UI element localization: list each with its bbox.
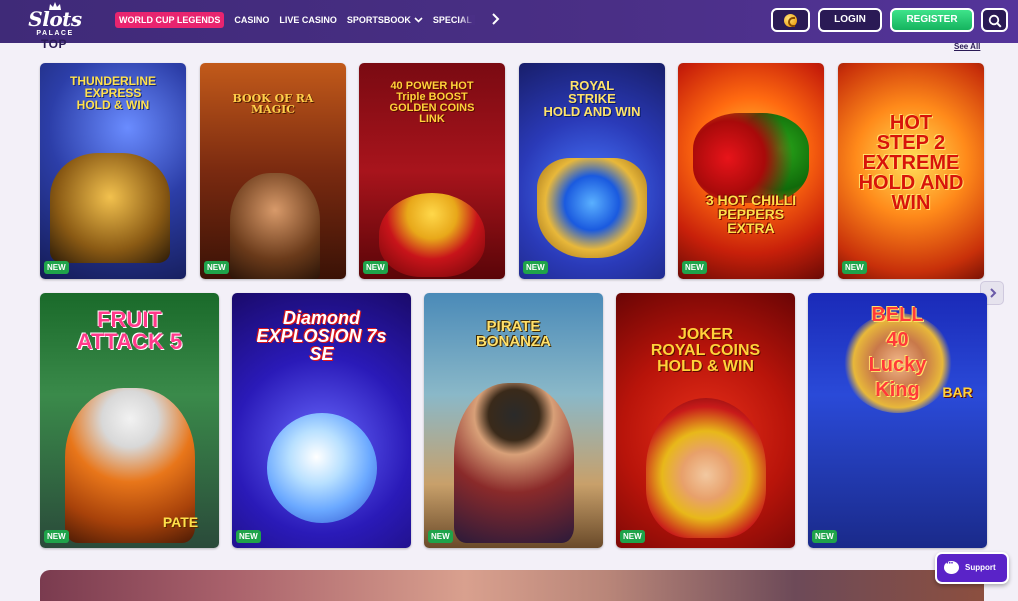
game-title: HOT STEP 2 EXTREME HOLD AND WIN <box>858 112 964 214</box>
logo-wordmark: Slots <box>28 7 82 31</box>
game-tile-thunderline-express[interactable]: THUNDERLINE EXPRESS HOLD & WIN NEW <box>40 63 186 279</box>
gold-pot-art <box>379 193 485 277</box>
new-badge: NEW <box>812 530 837 543</box>
nav-live-casino[interactable]: LIVE CASINO <box>279 15 337 25</box>
crown-art <box>537 158 647 258</box>
game-caption: BAR <box>942 384 973 400</box>
new-badge: NEW <box>682 261 707 274</box>
main-nav: WORLD CUP LEGENDS CASINO LIVE CASINO SPO… <box>115 11 485 28</box>
game-title: ROYAL STRIKE HOLD AND WIN <box>543 78 641 119</box>
game-title: 3 HOT CHILLI PEPPERS EXTRA <box>705 192 797 236</box>
game-title: JOKER ROYAL COINS HOLD & WIN <box>650 326 761 375</box>
new-badge: NEW <box>363 261 388 274</box>
top-header: Slots PALACE WORLD CUP LEGENDS CASINO LI… <box>0 0 1018 43</box>
nav-special[interactable]: SPECIAL <box>433 14 475 25</box>
game-tile-hot-step-2-extreme[interactable]: HOT STEP 2 EXTREME HOLD AND WIN NEW <box>838 63 984 279</box>
diamond-art <box>267 413 377 523</box>
nav-sportsbook-label: SPORTSBOOK <box>346 14 411 25</box>
chilli-peppers-art <box>693 113 809 203</box>
new-badge: NEW <box>620 530 645 543</box>
explorer-art <box>230 173 320 279</box>
game-title: THUNDERLINE EXPRESS HOLD & WIN <box>70 74 156 112</box>
game-tile-joker-royal-coins[interactable]: JOKER ROYAL COINS HOLD & WIN NEW <box>616 293 795 548</box>
coin-icon <box>784 14 797 27</box>
joker-character-art <box>646 398 766 538</box>
game-title: 40 POWER HOT Triple BOOST GOLDEN COINS L… <box>389 80 475 125</box>
see-all-link[interactable]: See All <box>954 42 980 51</box>
nav-casino[interactable]: CASINO <box>234 15 269 25</box>
support-label: Support <box>965 563 996 572</box>
game-tile-fruit-attack-5[interactable]: FRUIT ATTACK 5 PATE NEW <box>40 293 219 548</box>
train-art <box>50 153 170 263</box>
new-badge: NEW <box>523 261 548 274</box>
new-badge: NEW <box>428 530 453 543</box>
new-badge: NEW <box>44 261 69 274</box>
game-tile-40-lucky-king[interactable]: BELL 40 Lucky King BAR NEW <box>808 293 987 548</box>
coins-button[interactable] <box>771 8 810 32</box>
chat-bubble-icon <box>944 558 959 574</box>
nav-world-cup-legends[interactable]: WORLD CUP LEGENDS <box>115 11 225 28</box>
nav-sportsbook[interactable]: SPORTSBOOK <box>347 15 423 25</box>
game-tile-diamond-explosion-7s[interactable]: Diamond EXPLOSION 7s SE NEW <box>232 293 411 548</box>
site-logo[interactable]: Slots PALACE <box>24 2 86 40</box>
promo-banner[interactable] <box>40 570 984 601</box>
support-chat-button[interactable]: Support <box>935 552 1009 584</box>
chevron-right-icon <box>990 288 997 298</box>
game-title: BOOK OF RA MAGIC <box>232 92 314 116</box>
logo-subtitle: PALACE <box>36 30 74 37</box>
new-badge: NEW <box>842 261 867 274</box>
search-icon <box>988 14 1002 28</box>
game-title: PIRATE BONANZA <box>476 318 551 350</box>
pirate-character-art <box>454 383 574 543</box>
game-title: FRUIT ATTACK 5 <box>76 307 183 354</box>
new-badge: NEW <box>204 261 229 274</box>
game-caption: PATE <box>162 514 199 530</box>
nav-scroll-right-icon[interactable] <box>488 12 502 26</box>
new-badge: NEW <box>44 530 69 543</box>
register-button[interactable]: REGISTER <box>890 8 974 32</box>
game-title: Diamond EXPLOSION 7s SE <box>256 308 387 364</box>
game-tile-royal-strike[interactable]: ROYAL STRIKE HOLD AND WIN NEW <box>519 63 665 279</box>
new-badge: NEW <box>236 530 261 543</box>
game-tile-pirate-bonanza[interactable]: PIRATE BONANZA NEW <box>424 293 603 548</box>
login-button[interactable]: LOGIN <box>818 8 882 32</box>
search-button[interactable] <box>981 8 1008 32</box>
game-tile-40-power-hot[interactable]: 40 POWER HOT Triple BOOST GOLDEN COINS L… <box>359 63 505 279</box>
game-tile-3-hot-chilli-peppers-extra[interactable]: 3 HOT CHILLI PEPPERS EXTRA NEW <box>678 63 824 279</box>
game-tile-book-of-ra-magic[interactable]: BOOK OF RA MAGIC NEW <box>200 63 346 279</box>
section-title: TOP <box>41 37 67 51</box>
chevron-down-icon <box>414 16 423 23</box>
